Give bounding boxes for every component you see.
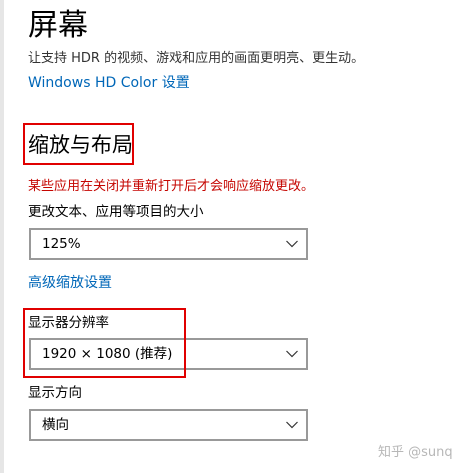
watermark: 知乎 @sunq [378,445,453,460]
orientation-dropdown-value: 横向 [42,417,69,433]
scale-warning-text: 某些应用在关闭并重新打开后才会响应缩放更改。 [28,179,315,194]
chevron-down-icon [286,421,298,429]
highlight-box-resolution [23,308,186,378]
highlight-box-heading [23,123,134,165]
chevron-down-icon [286,240,298,248]
orientation-label: 显示方向 [28,385,82,401]
hdr-description: 让支持 HDR 的视频、游戏和应用的画面更明亮、更生动。 [28,51,365,66]
orientation-dropdown[interactable]: 横向 [29,409,308,441]
hdr-color-settings-link[interactable]: Windows HD Color 设置 [28,73,190,93]
left-edge-rail [0,0,4,473]
scale-dropdown-value: 125% [42,236,81,252]
advanced-scaling-link[interactable]: 高级缩放设置 [28,273,112,293]
chevron-down-icon [286,350,298,358]
scale-label: 更改文本、应用等项目的大小 [28,204,204,220]
scale-dropdown[interactable]: 125% [29,228,308,260]
page-title: 屏幕 [28,8,88,43]
